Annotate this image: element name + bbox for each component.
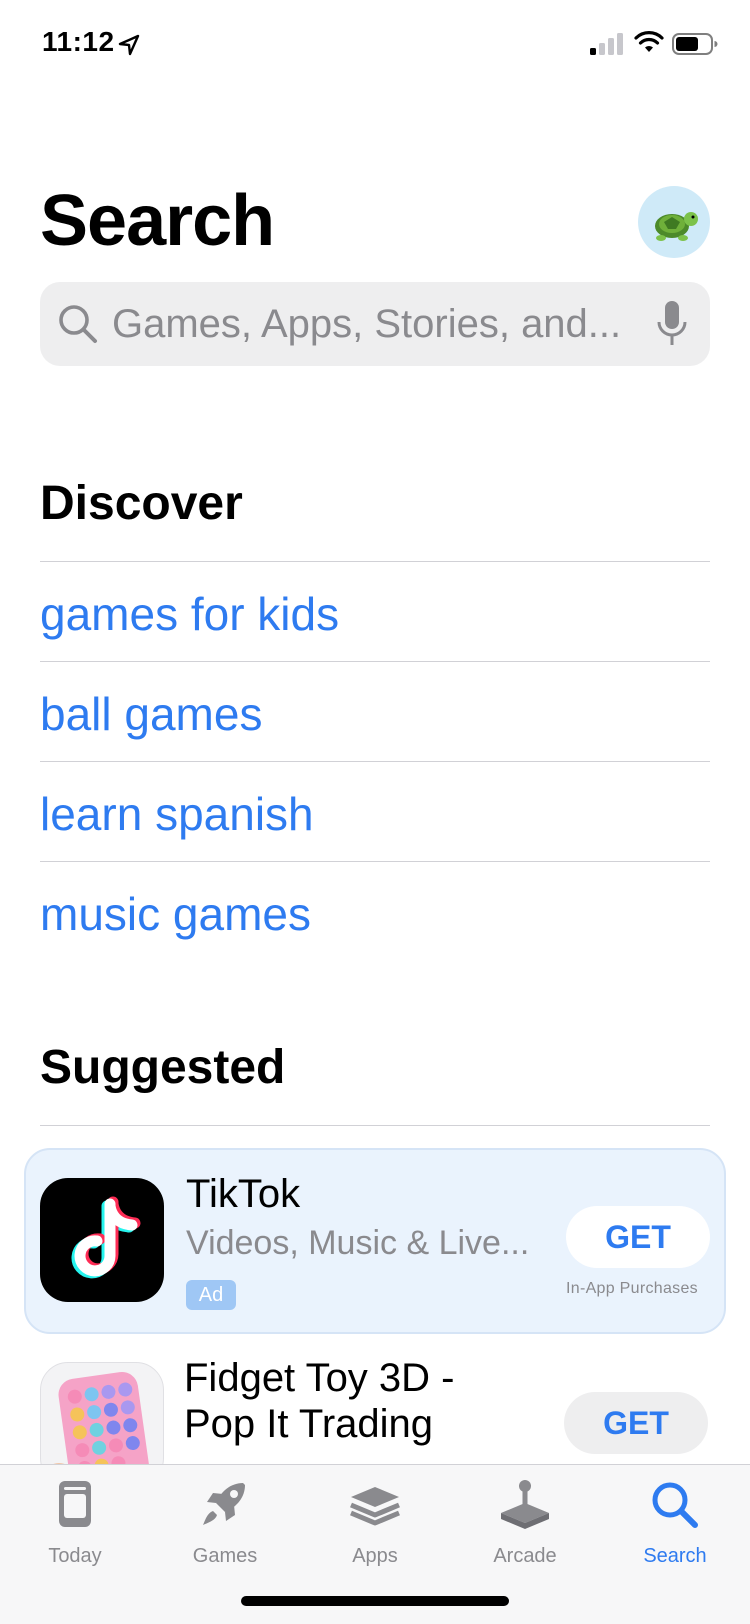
suggested-heading: Suggested	[40, 1041, 286, 1094]
in-app-purchases-note: In-App Purchases	[566, 1280, 698, 1297]
location-arrow-icon	[118, 34, 140, 56]
ad-badge: Ad	[186, 1280, 236, 1310]
today-icon	[59, 1481, 91, 1527]
tab-apps[interactable]: Apps	[300, 1465, 450, 1585]
rocket-icon	[203, 1483, 245, 1525]
turtle-avatar-icon	[655, 212, 698, 241]
divider	[40, 661, 710, 662]
tab-label: Search	[643, 1545, 707, 1567]
search-bar[interactable]	[40, 282, 710, 366]
app-title-line-1: Fidget Toy 3D -	[184, 1356, 455, 1400]
search-icon	[652, 1482, 698, 1528]
wifi-icon	[634, 31, 664, 52]
page-title: Search	[40, 181, 275, 261]
cellular-signal-icon	[590, 33, 623, 55]
discover-item-ball-games[interactable]: ball games	[40, 664, 710, 764]
get-button-fidget-toy[interactable]: GET	[564, 1392, 708, 1454]
tab-today[interactable]: Today	[0, 1465, 150, 1585]
tiktok-app-icon[interactable]	[40, 1178, 164, 1302]
status-time: 11:12	[42, 26, 115, 57]
app-subtitle: Videos, Music & Live...	[186, 1224, 530, 1262]
search-icon	[59, 305, 97, 343]
joystick-icon	[501, 1480, 549, 1529]
tab-label: Today	[48, 1545, 102, 1567]
get-button-tiktok[interactable]: GET	[566, 1206, 710, 1268]
divider	[40, 1125, 710, 1126]
tiktok-logo-icon	[71, 1196, 141, 1279]
discover-item-learn-spanish[interactable]: learn spanish	[40, 764, 710, 864]
tab-games[interactable]: Games	[150, 1465, 300, 1585]
divider	[40, 861, 710, 862]
account-avatar[interactable]	[638, 186, 710, 258]
apps-stack-icon	[350, 1487, 400, 1526]
status-bar: 11:12	[0, 0, 750, 90]
tab-label: Arcade	[493, 1545, 557, 1567]
tab-search[interactable]: Search	[600, 1465, 750, 1585]
home-indicator[interactable]	[241, 1596, 509, 1606]
search-input[interactable]	[112, 282, 652, 366]
tab-label: Apps	[352, 1545, 398, 1567]
discover-heading: Discover	[40, 477, 243, 530]
divider	[40, 761, 710, 762]
tab-arcade[interactable]: Arcade	[450, 1465, 600, 1585]
battery-icon	[672, 33, 718, 55]
divider	[40, 561, 710, 562]
microphone-icon[interactable]	[652, 298, 692, 350]
discover-item-games-for-kids[interactable]: games for kids	[40, 564, 710, 664]
app-title: TikTok	[186, 1172, 301, 1216]
discover-item-music-games[interactable]: music games	[40, 864, 710, 964]
tab-label: Games	[192, 1545, 258, 1567]
tiktok-ad-card[interactable]: TikTok Videos, Music & Live... Ad GET In…	[24, 1148, 726, 1334]
app-title-line-2: Pop It Trading	[184, 1402, 434, 1446]
